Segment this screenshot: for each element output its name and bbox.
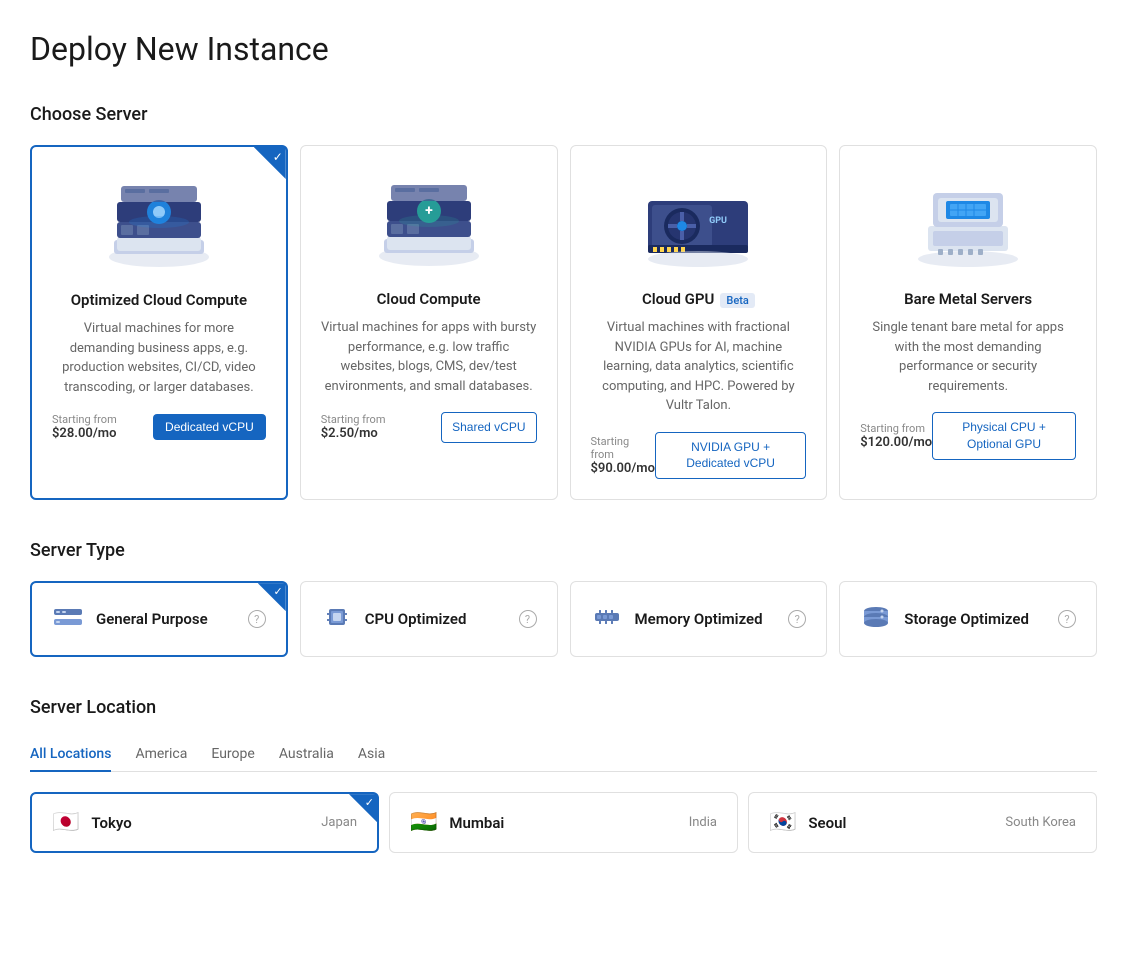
card-image-bare-metal bbox=[860, 166, 1076, 276]
card-desc-optimized: Virtual machines for more demanding busi… bbox=[52, 319, 266, 397]
location-name-tokyo: Tokyo bbox=[91, 814, 309, 832]
type-icon-cpu bbox=[321, 601, 353, 637]
card-footer-optimized: Starting from $28.00/mo Dedicated vCPU bbox=[52, 413, 266, 441]
card-desc-gpu: Virtual machines with fractional NVIDIA … bbox=[591, 318, 807, 416]
server-card-optimized-cloud[interactable]: Optimized Cloud Compute Virtual machines… bbox=[30, 145, 288, 500]
location-country-tokyo: Japan bbox=[321, 815, 357, 830]
server-type-grid: General Purpose ? CPU Optimized ? bbox=[30, 581, 1097, 657]
server-location-label: Server Location bbox=[30, 697, 1097, 718]
location-country-seoul: South Korea bbox=[1005, 815, 1076, 830]
card-footer-cloud: Starting from $2.50/mo Shared vCPU bbox=[321, 412, 537, 443]
type-icon-memory bbox=[591, 601, 623, 637]
flag-india: 🇮🇳 bbox=[410, 810, 437, 835]
location-card-seoul[interactable]: 🇰🇷 Seoul South Korea bbox=[748, 792, 1097, 853]
card-footer-gpu: Starting from $90.00/mo NVIDIA GPU + Ded… bbox=[591, 432, 807, 480]
location-name-mumbai: Mumbai bbox=[449, 814, 676, 832]
help-icon-cpu[interactable]: ? bbox=[519, 610, 537, 628]
location-tabs: All Locations America Europe Australia A… bbox=[30, 738, 1097, 772]
badge-optimized[interactable]: Dedicated vCPU bbox=[153, 414, 266, 440]
card-desc-bare-metal: Single tenant bare metal for apps with t… bbox=[860, 318, 1076, 396]
tab-europe[interactable]: Europe bbox=[211, 738, 254, 772]
type-card-storage-optimized[interactable]: Storage Optimized ? bbox=[839, 581, 1097, 657]
type-name-storage: Storage Optimized bbox=[904, 610, 1046, 628]
server-cards-container: Optimized Cloud Compute Virtual machines… bbox=[30, 145, 1097, 500]
server-card-cloud-compute[interactable]: + Cloud Compute Virtual machines for app… bbox=[300, 145, 558, 500]
card-image-optimized bbox=[52, 167, 266, 277]
type-card-general-purpose[interactable]: General Purpose ? bbox=[30, 581, 288, 657]
card-footer-bare-metal: Starting from $120.00/mo Physical CPU + … bbox=[860, 412, 1076, 460]
starting-from-bare-metal: Starting from $120.00/mo bbox=[860, 422, 932, 450]
badge-bare-metal[interactable]: Physical CPU + Optional GPU bbox=[932, 412, 1076, 460]
type-icon-storage bbox=[860, 601, 892, 637]
location-country-mumbai: India bbox=[689, 815, 717, 830]
type-name-memory: Memory Optimized bbox=[635, 610, 777, 628]
help-icon-general[interactable]: ? bbox=[248, 610, 266, 628]
location-card-mumbai[interactable]: 🇮🇳 Mumbai India bbox=[389, 792, 738, 853]
card-title-optimized: Optimized Cloud Compute bbox=[52, 291, 266, 309]
type-card-cpu-optimized[interactable]: CPU Optimized ? bbox=[300, 581, 558, 657]
tab-asia[interactable]: Asia bbox=[358, 738, 385, 772]
type-icon-general bbox=[52, 601, 84, 637]
svg-text:GPU: GPU bbox=[709, 216, 727, 226]
card-image-gpu: GPU bbox=[591, 166, 807, 276]
badge-gpu[interactable]: NVIDIA GPU + Dedicated vCPU bbox=[655, 432, 806, 480]
location-name-seoul: Seoul bbox=[808, 814, 993, 832]
starting-from-optimized: Starting from $28.00/mo bbox=[52, 413, 117, 441]
server-card-gpu[interactable]: GPU Cloud GPUBeta Virtual machines with … bbox=[570, 145, 828, 500]
location-cards-container: 🇯🇵 Tokyo Japan 🇮🇳 Mumbai India 🇰🇷 Seoul … bbox=[30, 792, 1097, 853]
type-card-memory-optimized[interactable]: Memory Optimized ? bbox=[570, 581, 828, 657]
card-title-gpu: Cloud GPUBeta bbox=[591, 290, 807, 308]
card-image-cloud: + bbox=[321, 166, 537, 276]
type-check-general bbox=[258, 583, 286, 611]
tab-australia[interactable]: Australia bbox=[279, 738, 334, 772]
help-icon-memory[interactable]: ? bbox=[788, 610, 806, 628]
card-title-bare-metal: Bare Metal Servers bbox=[860, 290, 1076, 308]
choose-server-label: Choose Server bbox=[30, 104, 1097, 125]
tab-america[interactable]: America bbox=[135, 738, 187, 772]
starting-from-gpu: Starting from $90.00/mo bbox=[591, 435, 655, 476]
flag-korea: 🇰🇷 bbox=[769, 810, 796, 835]
type-name-general: General Purpose bbox=[96, 610, 236, 628]
page-title: Deploy New Instance bbox=[30, 30, 1097, 68]
starting-from-cloud: Starting from $2.50/mo bbox=[321, 413, 386, 441]
card-desc-cloud: Virtual machines for apps with bursty pe… bbox=[321, 318, 537, 396]
help-icon-storage[interactable]: ? bbox=[1058, 610, 1076, 628]
tab-all-locations[interactable]: All Locations bbox=[30, 738, 111, 772]
server-type-label: Server Type bbox=[30, 540, 1097, 561]
card-title-cloud: Cloud Compute bbox=[321, 290, 537, 308]
location-card-tokyo[interactable]: 🇯🇵 Tokyo Japan bbox=[30, 792, 379, 853]
beta-badge: Beta bbox=[720, 293, 754, 308]
type-name-cpu: CPU Optimized bbox=[365, 610, 507, 628]
flag-japan: 🇯🇵 bbox=[52, 810, 79, 835]
server-card-bare-metal[interactable]: Bare Metal Servers Single tenant bare me… bbox=[839, 145, 1097, 500]
badge-cloud[interactable]: Shared vCPU bbox=[441, 412, 536, 443]
